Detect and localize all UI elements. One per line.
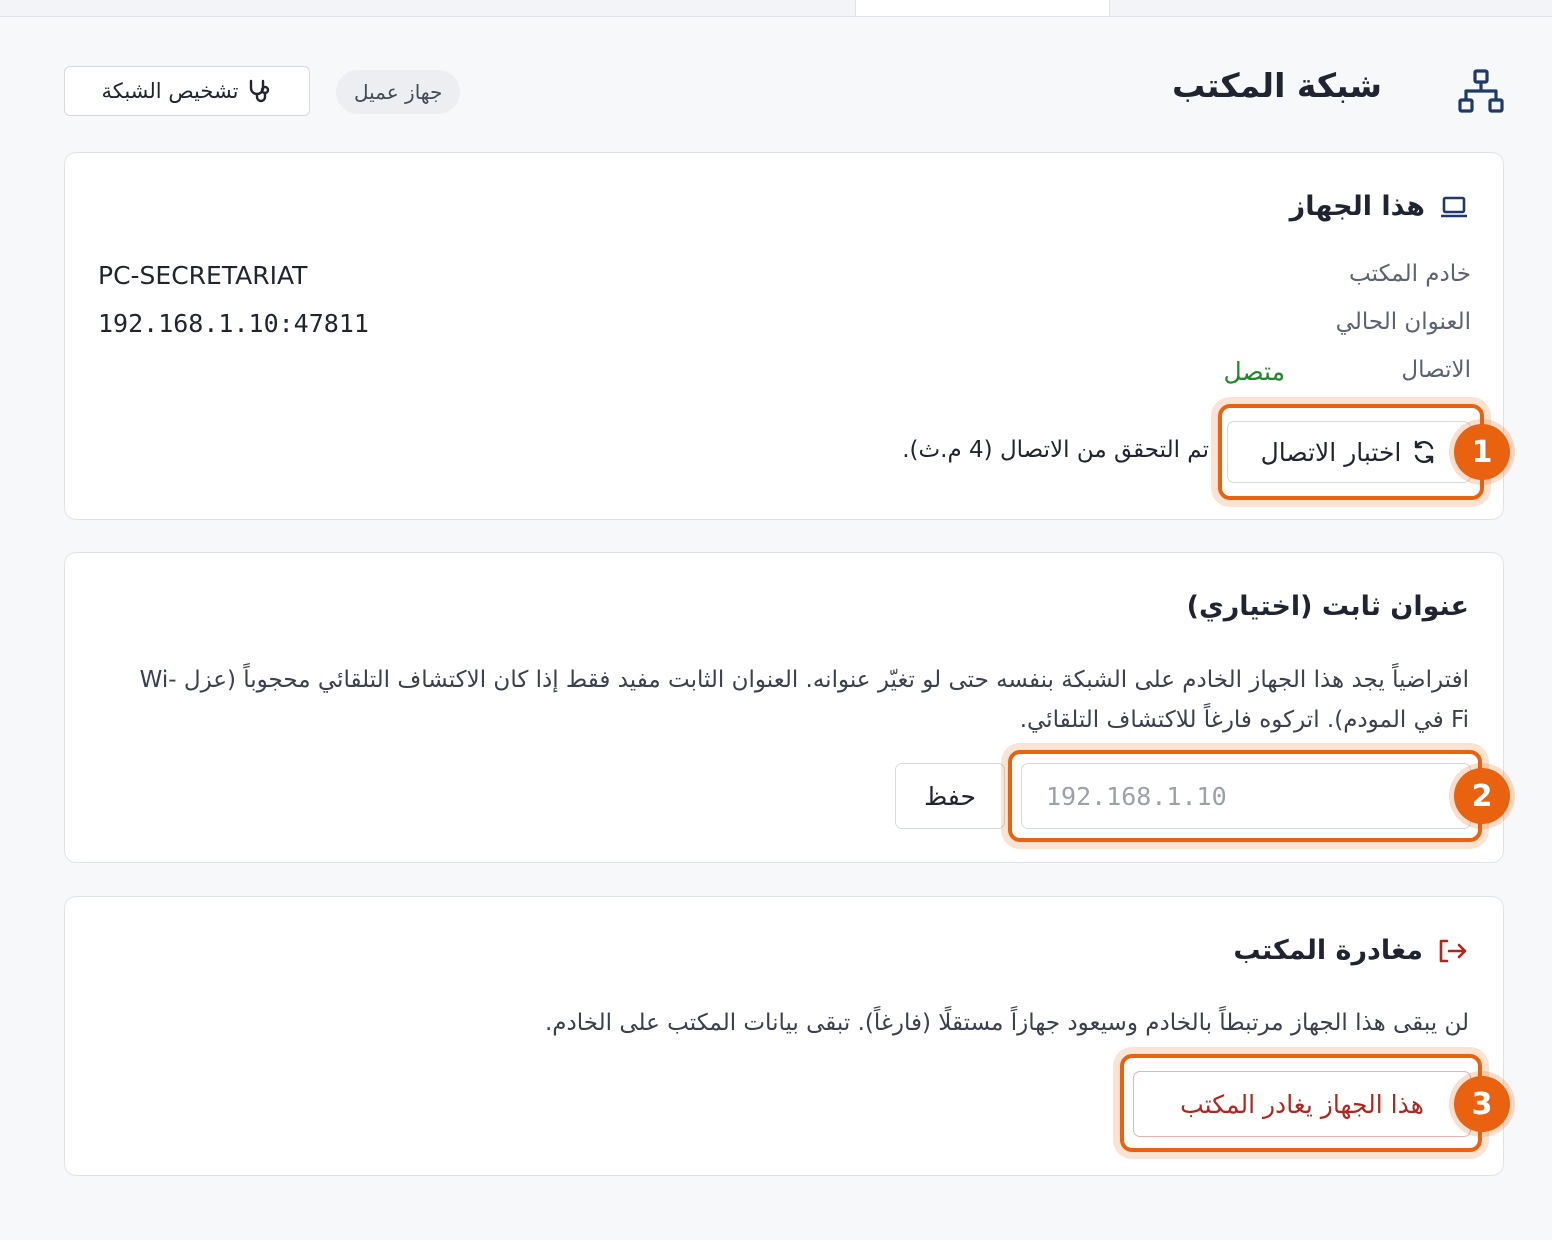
logout-icon [1439,939,1467,962]
leave-office-button[interactable]: هذا الجهاز يغادر المكتب [1133,1071,1471,1137]
connection-test-result: تم التحقق من الاتصال (4 م.ث). [902,437,1209,463]
leave-office-card: مغادرة المكتب لن يبقى هذا الجهاز مرتبطاً… [64,896,1504,1176]
client-device-badge: جهاز عميل [336,70,461,114]
static-address-description: افتراضياً يجد هذا الجهاز الخادم على الشب… [139,667,1469,733]
network-diagnostics-label: تشخيص الشبكة [101,79,239,103]
this-device-card: هذا الجهاز خادم المكتب PC-SECRETARIAT ال… [64,152,1504,520]
stethoscope-icon [249,79,269,103]
server-label: خادم المكتب [1349,261,1471,287]
annotation-marker-2: 2 [1454,768,1510,824]
static-address-placeholder: 192.168.1.10 [1046,781,1227,811]
static-address-input[interactable]: 192.168.1.10 [1021,763,1471,829]
this-device-title-text: هذا الجهاز [1289,191,1425,222]
static-address-card: عنوان ثابت (اختياري) افتراضياً يجد هذا ا… [64,552,1504,863]
laptop-icon [1441,196,1467,217]
page-header: شبكة المكتب جهاز عميل تشخيص الشبكة [64,62,1504,124]
test-connection-button[interactable]: اختبار الاتصال [1227,421,1471,483]
top-tab-bar [0,0,1552,17]
current-address-label: العنوان الحالي [1335,309,1471,335]
this-device-title: هذا الجهاز [1290,191,1469,222]
network-diagnostics-button[interactable]: تشخيص الشبكة [64,66,310,116]
refresh-icon [1415,440,1434,464]
connection-label: الاتصال [1401,357,1471,383]
leave-office-title-text: مغادرة المكتب [1233,935,1423,966]
static-address-title: عنوان ثابت (اختياري) [1186,591,1469,622]
annotation-marker-1: 1 [1454,424,1510,480]
current-address-value: 192.168.1.10:47811 [98,309,369,338]
server-value: PC-SECRETARIAT [98,261,308,290]
network-icon [1458,69,1504,113]
page-title: شبكة المكتب [1171,66,1382,105]
connection-status-value: متصل [1223,357,1285,386]
active-tab[interactable] [855,0,1110,16]
annotation-marker-3: 3 [1454,1076,1510,1132]
leave-office-title: مغادرة المكتب [1233,935,1469,966]
save-button[interactable]: حفظ [895,763,1005,829]
leave-office-description: لن يبقى هذا الجهاز مرتبطاً بالخادم وسيعو… [545,1010,1469,1036]
test-connection-label: اختبار الاتصال [1260,437,1402,467]
